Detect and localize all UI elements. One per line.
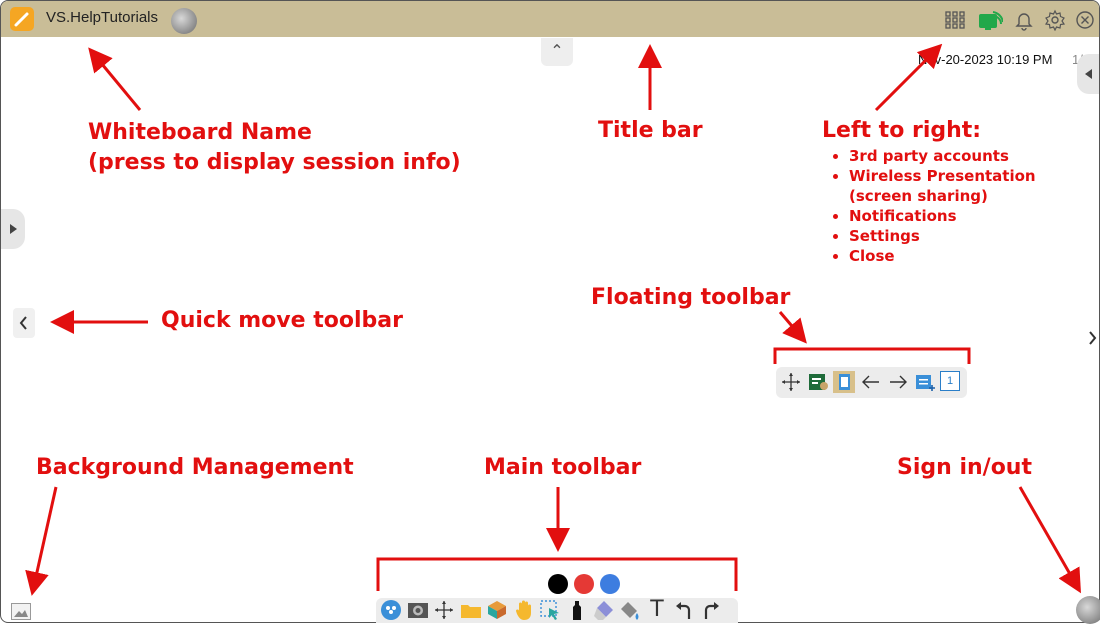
annotation-line: Whiteboard Name xyxy=(88,120,312,145)
annotation-list-item: (screen sharing) xyxy=(849,187,988,205)
annotation-left-to-right: Left to right: xyxy=(822,118,982,143)
annotation-list-item: Settings xyxy=(849,226,1036,246)
chevron-up-icon: ⌃ xyxy=(550,41,564,60)
annotation-list-item: Wireless Presentation xyxy=(849,166,1036,186)
annotation-quick-move: Quick move toolbar xyxy=(161,308,403,333)
close-circle-icon[interactable] xyxy=(1074,9,1096,31)
whiteboard-name[interactable]: VS.HelpTutorials xyxy=(46,9,158,26)
annotation-list-item: Close xyxy=(849,246,1036,266)
wireless-presentation-icon[interactable] xyxy=(977,8,1003,32)
page-number-icon[interactable]: 1 xyxy=(940,371,960,391)
floating-toolbar: 1 xyxy=(776,367,967,398)
annotation-list-item: 3rd party accounts xyxy=(849,146,1036,166)
triangle-right-icon xyxy=(10,224,17,234)
move-icon[interactable] xyxy=(433,599,455,621)
right-panel-tab[interactable] xyxy=(1077,54,1099,94)
annotation-title-bar: Title bar xyxy=(598,118,703,143)
bell-icon[interactable] xyxy=(1013,9,1035,31)
annotation-floating-toolbar: Floating toolbar xyxy=(591,285,791,310)
color-black-button[interactable] xyxy=(548,574,568,594)
box-icon[interactable] xyxy=(486,599,508,621)
text-tool-icon[interactable]: T xyxy=(646,599,668,621)
color-blue-button[interactable] xyxy=(600,574,620,594)
main-toolbar: T xyxy=(376,598,738,623)
quick-move-left-button[interactable] xyxy=(13,308,35,338)
screen-capture-icon[interactable] xyxy=(807,371,829,393)
text-tool-glyph: T xyxy=(650,597,664,622)
participants-icon[interactable] xyxy=(380,599,402,621)
fill-icon[interactable] xyxy=(619,599,641,621)
camera-icon[interactable] xyxy=(407,599,429,621)
marker-icon[interactable] xyxy=(566,599,588,621)
collapse-titlebar-button[interactable]: ⌃ xyxy=(541,38,573,66)
add-page-icon[interactable] xyxy=(914,371,936,393)
move-icon[interactable] xyxy=(780,371,802,393)
annotation-whiteboard-name: Whiteboard Name (press to display sessio… xyxy=(88,118,461,178)
undo-icon[interactable] xyxy=(673,599,695,621)
annotation-background-management: Background Management xyxy=(36,455,354,480)
annotation-line: (press to display session info) xyxy=(88,150,461,175)
image-icon xyxy=(14,610,28,617)
left-panel-tab[interactable] xyxy=(1,209,25,249)
annotation-sign-in-out: Sign in/out xyxy=(897,455,1032,480)
sign-in-out-avatar[interactable] xyxy=(1076,596,1100,624)
page-number-text: 1 xyxy=(946,375,954,387)
color-red-button[interactable] xyxy=(574,574,594,594)
chevron-right-icon xyxy=(1089,331,1097,345)
annotation-main-toolbar: Main toolbar xyxy=(484,455,642,480)
datetime-label: Nov-20-2023 10:19 PM xyxy=(918,52,1053,67)
background-management-button[interactable] xyxy=(11,603,31,620)
arrow-left-icon[interactable] xyxy=(860,371,882,393)
title-bar: VS.HelpTutorials xyxy=(1,1,1099,37)
clipboard-icon[interactable] xyxy=(833,371,855,393)
folder-icon[interactable] xyxy=(460,599,482,621)
triangle-left-icon xyxy=(1085,69,1092,79)
session-avatar[interactable] xyxy=(171,8,197,34)
eraser-icon[interactable] xyxy=(592,599,614,621)
hand-icon[interactable] xyxy=(513,599,535,621)
chevron-left-icon xyxy=(19,316,27,330)
grid-apps-icon[interactable] xyxy=(944,9,966,31)
annotation-list-item: Notifications xyxy=(849,206,1036,226)
redo-icon[interactable] xyxy=(700,599,722,621)
select-icon[interactable] xyxy=(539,599,561,621)
pencil-app-icon[interactable] xyxy=(10,7,34,31)
quick-move-right-button[interactable] xyxy=(1084,323,1099,353)
arrow-right-icon[interactable] xyxy=(887,371,909,393)
annotation-left-to-right-list: 3rd party accounts Wireless Presentation… xyxy=(833,146,1036,266)
gear-icon[interactable] xyxy=(1044,9,1066,31)
